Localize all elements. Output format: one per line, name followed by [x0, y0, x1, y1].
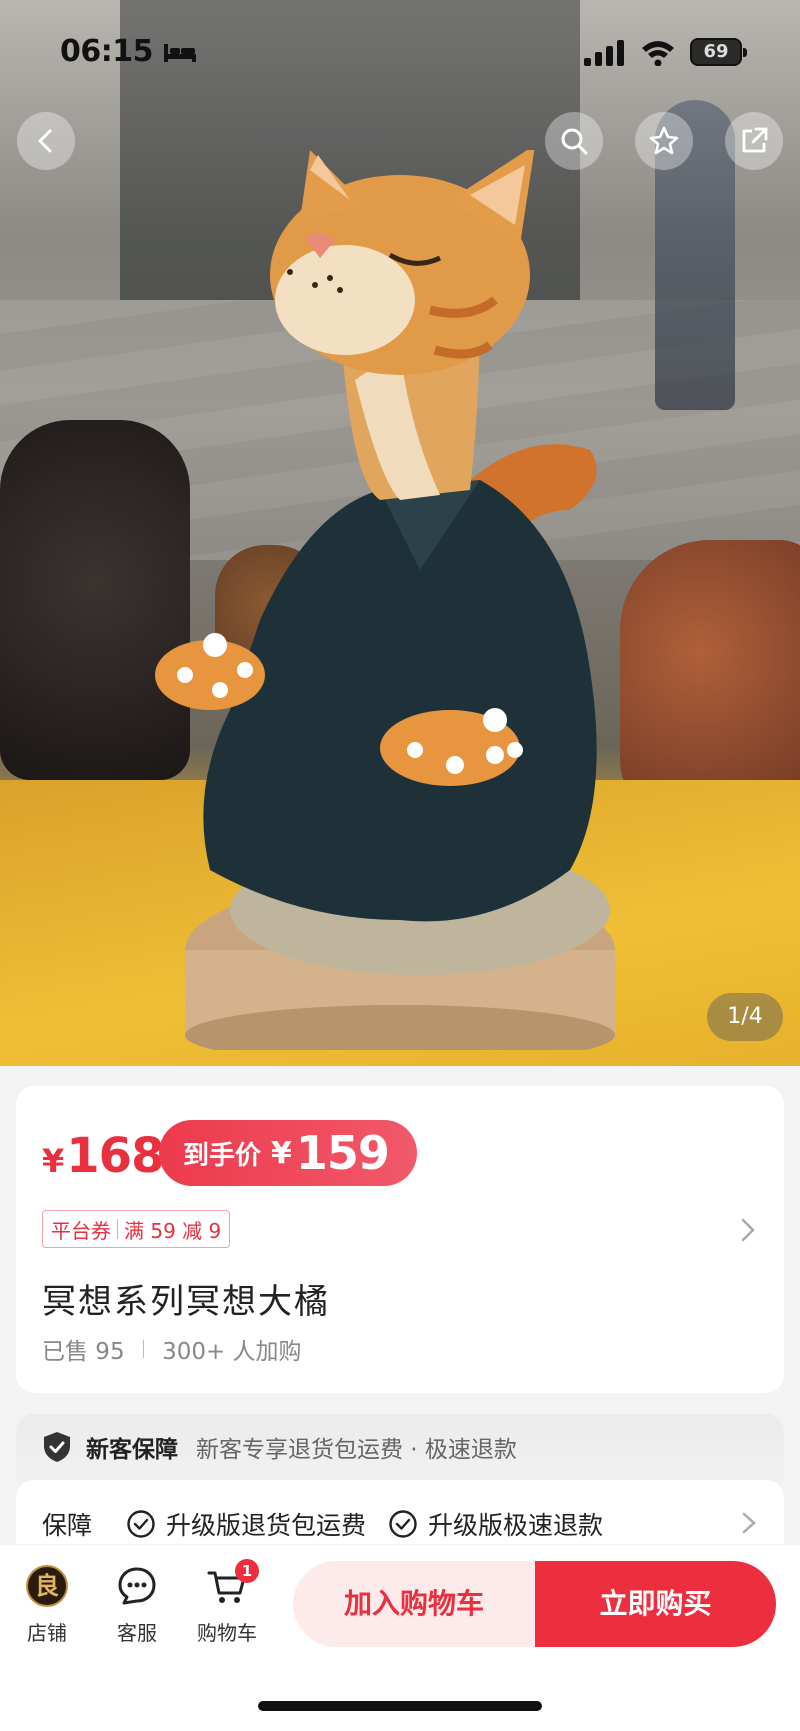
background-figurine-right — [620, 540, 800, 820]
battery-indicator: 69 — [690, 38, 747, 66]
chevron-right-icon[interactable] — [738, 1216, 758, 1244]
final-price-badge: 到手价 ¥ 159 — [159, 1120, 417, 1186]
chat-icon — [118, 1567, 156, 1605]
back-icon — [38, 129, 52, 153]
back-button[interactable] — [17, 112, 75, 170]
share-button[interactable] — [725, 112, 783, 170]
shield-icon — [44, 1432, 70, 1462]
sold-count: 已售 95 — [42, 1339, 125, 1365]
guarantee-title: 新客保障 — [86, 1437, 178, 1463]
cart-tab-label: 购物车 — [197, 1621, 257, 1645]
price-currency: ¥ — [42, 1142, 65, 1180]
search-icon — [561, 128, 588, 155]
shop-tab-label: 店铺 — [27, 1621, 67, 1645]
coupon-tag[interactable]: 平台券 满 59 减 9 — [42, 1210, 231, 1248]
final-price-label: 到手价 — [183, 1140, 262, 1171]
check-circle-icon — [127, 1510, 155, 1538]
product-photo-cat-figurine — [155, 150, 615, 1050]
customer-service-label: 客服 — [117, 1621, 157, 1645]
cart-tab[interactable]: 1 购物车 — [187, 1559, 267, 1646]
guarantee-section[interactable]: 新客保障 新客专享退货包运费 · 极速退款 保障 升级版退货包运费 升级版极速退… — [16, 1414, 784, 1544]
buy-now-button[interactable]: 立即购买 — [535, 1561, 776, 1647]
search-button[interactable] — [545, 112, 603, 170]
coupon-divider — [117, 1219, 118, 1239]
guarantee-item: 升级版退货包运费 — [126, 1506, 366, 1542]
cart-add-count: 300+ 人加购 — [162, 1339, 302, 1365]
guarantee-details[interactable]: 保障 升级版退货包运费 升级版极速退款 — [16, 1480, 784, 1544]
add-to-cart-button[interactable]: 加入购物车 — [293, 1561, 535, 1647]
status-bar: 06:15 69 — [0, 0, 800, 100]
coupon-rule: 满 59 减 9 — [124, 1218, 222, 1243]
customer-service-tab[interactable]: 客服 — [97, 1565, 177, 1646]
final-price-value: 159 — [295, 1126, 390, 1180]
star-icon — [649, 126, 679, 155]
guarantee-label: 保障 — [42, 1511, 93, 1540]
wifi-icon — [642, 41, 674, 66]
coupon-type: 平台券 — [51, 1218, 111, 1243]
check-circle-icon — [389, 1510, 417, 1538]
sales-divider — [142, 1340, 145, 1358]
product-image-gallery[interactable]: 06:15 69 1/4 — [0, 0, 800, 1066]
image-counter: 1/4 — [707, 993, 783, 1041]
shop-logo: 良 — [26, 1565, 68, 1607]
original-price: ¥ 168 — [42, 1128, 164, 1184]
guarantee-items: 保障 升级版退货包运费 升级版极速退款 — [42, 1506, 625, 1542]
price-value: 168 — [66, 1128, 164, 1184]
guarantee-description: 新客专享退货包运费 · 极速退款 — [196, 1437, 517, 1463]
cellular-signal-icon — [584, 40, 624, 66]
guarantee-item-label: 升级版退货包运费 — [166, 1511, 367, 1540]
product-title: 冥想系列冥想大橘 — [42, 1282, 330, 1322]
guarantee-item: 升级版极速退款 — [388, 1506, 603, 1542]
guarantee-item-label: 升级版极速退款 — [428, 1511, 604, 1540]
home-indicator[interactable] — [258, 1701, 542, 1711]
product-info-card: ¥ 168 到手价 ¥ 159 平台券 满 59 减 9 冥想系列冥想大橘 已售… — [16, 1086, 784, 1393]
chevron-right-icon[interactable] — [740, 1510, 758, 1536]
sales-info: 已售 95 300+ 人加购 — [42, 1332, 302, 1366]
final-price-currency: ¥ — [271, 1135, 292, 1171]
status-time: 06:15 — [60, 34, 154, 69]
sleep-focus-icon — [164, 44, 196, 62]
product-detail-page: 06:15 69 1/4 ¥ 168 到手价 ¥ 159 平台券 满 59 减 … — [0, 0, 800, 1731]
new-customer-guarantee: 新客保障 新客专享退货包运费 · 极速退款 — [42, 1430, 517, 1464]
cart-badge: 1 — [235, 1559, 259, 1583]
share-icon — [742, 127, 768, 153]
favorite-button[interactable] — [635, 112, 693, 170]
shop-tab[interactable]: 良 店铺 — [7, 1565, 87, 1646]
